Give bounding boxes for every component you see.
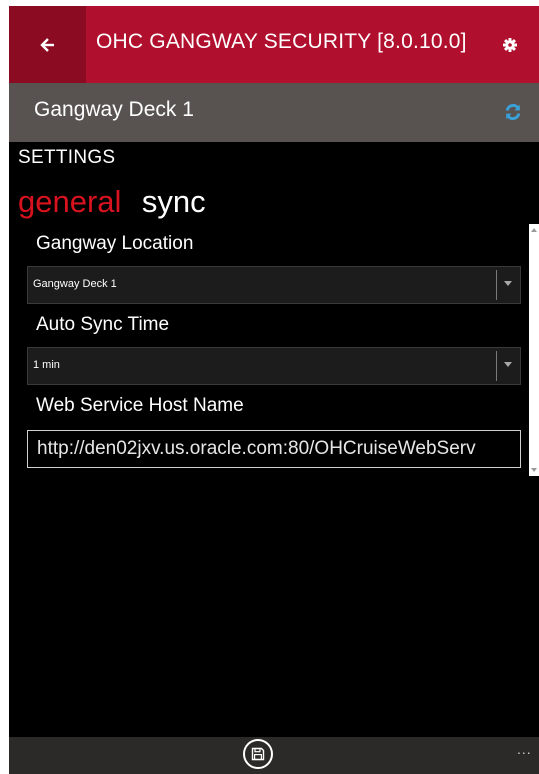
auto-sync-time-select[interactable]: 1 min	[27, 347, 521, 385]
select-divider	[496, 270, 497, 300]
gangway-location-value: Gangway Deck 1	[33, 278, 117, 290]
app-title: OHC GANGWAY SECURITY [8.0.10.0]	[96, 30, 467, 53]
location-header: Gangway Deck 1	[9, 83, 539, 142]
save-icon	[251, 747, 265, 761]
tab-general[interactable]: general	[18, 184, 121, 219]
tab-sync[interactable]: sync	[142, 184, 206, 219]
deck-title: Gangway Deck 1	[34, 98, 194, 121]
title-bar: OHC GANGWAY SECURITY [8.0.10.0]	[9, 6, 539, 83]
auto-sync-time-label: Auto Sync Time	[36, 314, 170, 335]
settings-tabs: general sync	[18, 184, 222, 224]
gangway-location-label: Gangway Location	[36, 233, 194, 254]
chevron-down-icon	[504, 281, 512, 286]
auto-sync-time-value: 1 min	[33, 359, 60, 371]
gear-icon	[503, 38, 517, 52]
web-service-host-input[interactable]: http://den02jxv.us.oracle.com:80/OHCruis…	[27, 430, 521, 468]
web-service-host-label: Web Service Host Name	[36, 395, 244, 416]
gangway-location-select[interactable]: Gangway Deck 1	[27, 266, 521, 304]
back-button[interactable]	[9, 6, 86, 83]
vertical-scrollbar[interactable]	[529, 224, 539, 476]
app-frame: OHC GANGWAY SECURITY [8.0.10.0] Gangway …	[9, 6, 539, 774]
app-window: OHC GANGWAY SECURITY [8.0.10.0] Gangway …	[0, 0, 539, 774]
scroll-up-icon[interactable]	[531, 228, 537, 232]
scroll-down-icon[interactable]	[531, 468, 537, 472]
settings-heading: SETTINGS	[18, 147, 116, 168]
settings-button[interactable]	[497, 32, 523, 58]
app-bar: ...	[9, 737, 539, 774]
chevron-down-icon	[504, 362, 512, 367]
sync-button[interactable]	[502, 101, 524, 123]
back-arrow-icon	[39, 37, 54, 52]
select-divider	[496, 351, 497, 381]
sync-icon	[505, 103, 521, 121]
save-button[interactable]	[243, 739, 273, 769]
more-options-button[interactable]: ...	[517, 741, 532, 757]
